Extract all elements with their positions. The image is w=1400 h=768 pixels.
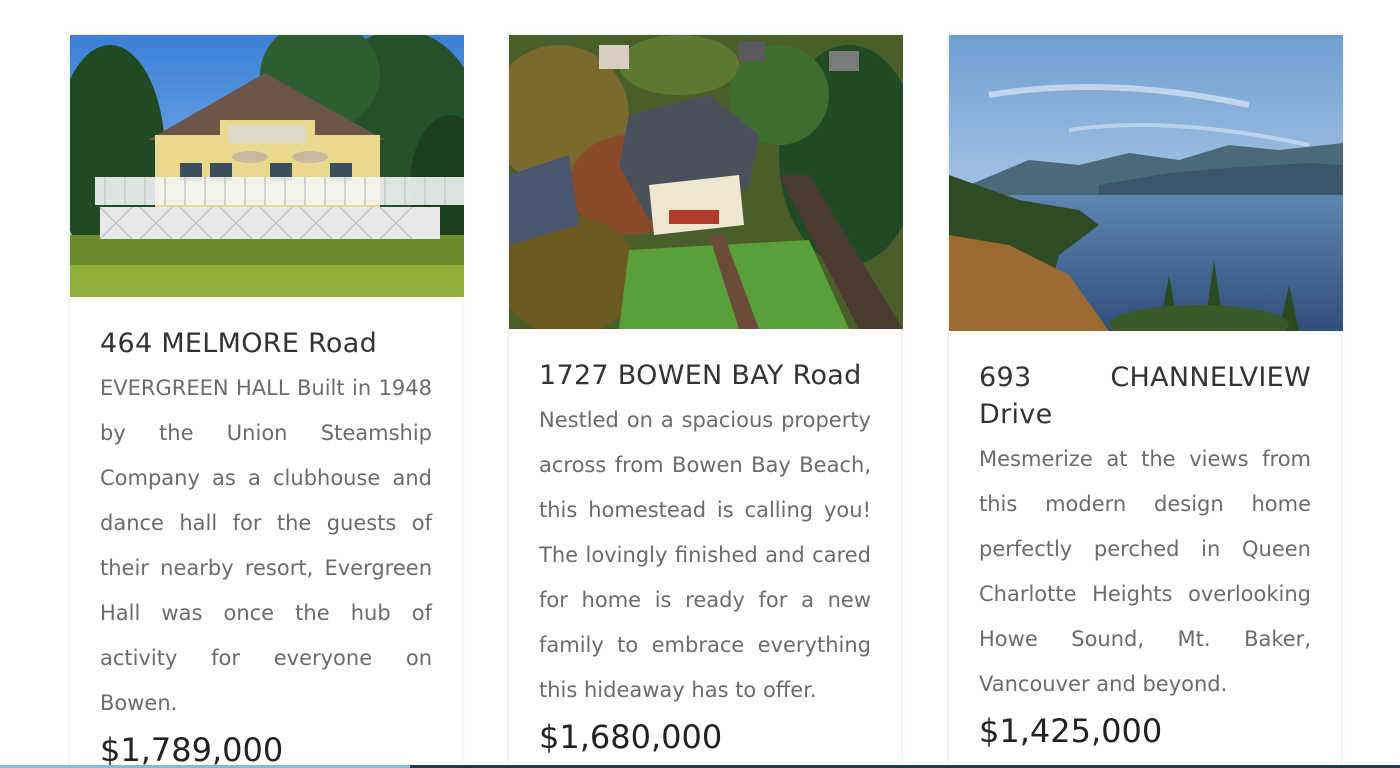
yellow-house-photo [70,35,464,297]
listing-photo[interactable] [509,35,903,329]
listing-title[interactable]: 1727 BOWEN BAY Road [539,357,871,394]
listing-photo[interactable] [70,35,464,297]
listing-card[interactable]: 464 MELMORE Road EVERGREEN HALL Built in… [69,34,464,768]
listing-card[interactable]: 1727 BOWEN BAY Road Nestled on a spaciou… [508,34,903,768]
listing-card[interactable]: 693 CHANNELVIEW Drive Mesmerize at the v… [948,34,1343,768]
listings-grid: 464 MELMORE Road EVERGREEN HALL Built in… [0,0,1400,768]
listing-title[interactable]: 464 MELMORE Road [100,325,432,362]
listing-title[interactable]: 693 CHANNELVIEW Drive [979,359,1311,433]
listing-description: Nestled on a spacious property across fr… [539,408,871,702]
listing-price: $1,680,000 [539,718,723,756]
ocean-view-photo [949,35,1343,331]
aerial-house-photo [509,35,903,329]
listing-photo[interactable] [949,35,1343,331]
listing-price: $1,789,000 [100,731,284,768]
listing-description: EVERGREEN HALL Built in 1948 by the Unio… [100,376,432,715]
listing-price: $1,425,000 [979,712,1163,750]
listing-description: Mesmerize at the views from this modern … [979,447,1311,696]
